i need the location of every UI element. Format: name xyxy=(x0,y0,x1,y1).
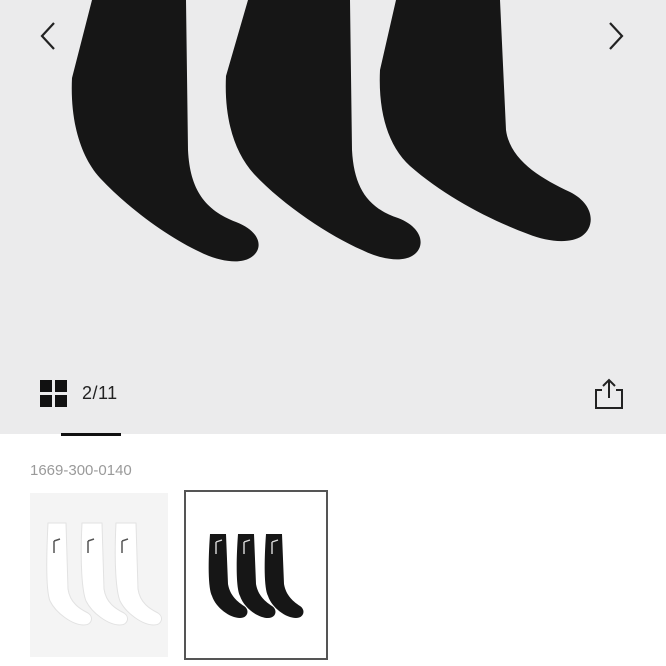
gallery-toolbar: 2/11 xyxy=(0,370,666,418)
sock-left xyxy=(71,0,259,262)
next-image-button[interactable] xyxy=(596,12,636,60)
chevron-left-icon xyxy=(40,22,55,50)
image-counter: 2/11 xyxy=(82,383,118,403)
share-button[interactable] xyxy=(590,376,628,412)
product-code: 1669-300-0140 xyxy=(30,462,132,479)
sock-right xyxy=(379,0,591,242)
white-socks-image xyxy=(30,493,168,657)
product-image-gallery: 2/11 xyxy=(0,0,666,434)
thumbnail-white-socks[interactable] xyxy=(30,493,168,657)
grid-view-button[interactable] xyxy=(40,379,70,409)
active-tab-indicator xyxy=(61,433,121,436)
grid-view-icon xyxy=(40,379,70,409)
previous-image-button[interactable] xyxy=(28,12,68,60)
thumbnail-black-socks[interactable] xyxy=(184,490,328,660)
share-icon xyxy=(595,378,623,409)
black-socks-image xyxy=(186,492,326,658)
chevron-right-icon xyxy=(609,22,624,50)
main-product-image xyxy=(71,0,591,262)
